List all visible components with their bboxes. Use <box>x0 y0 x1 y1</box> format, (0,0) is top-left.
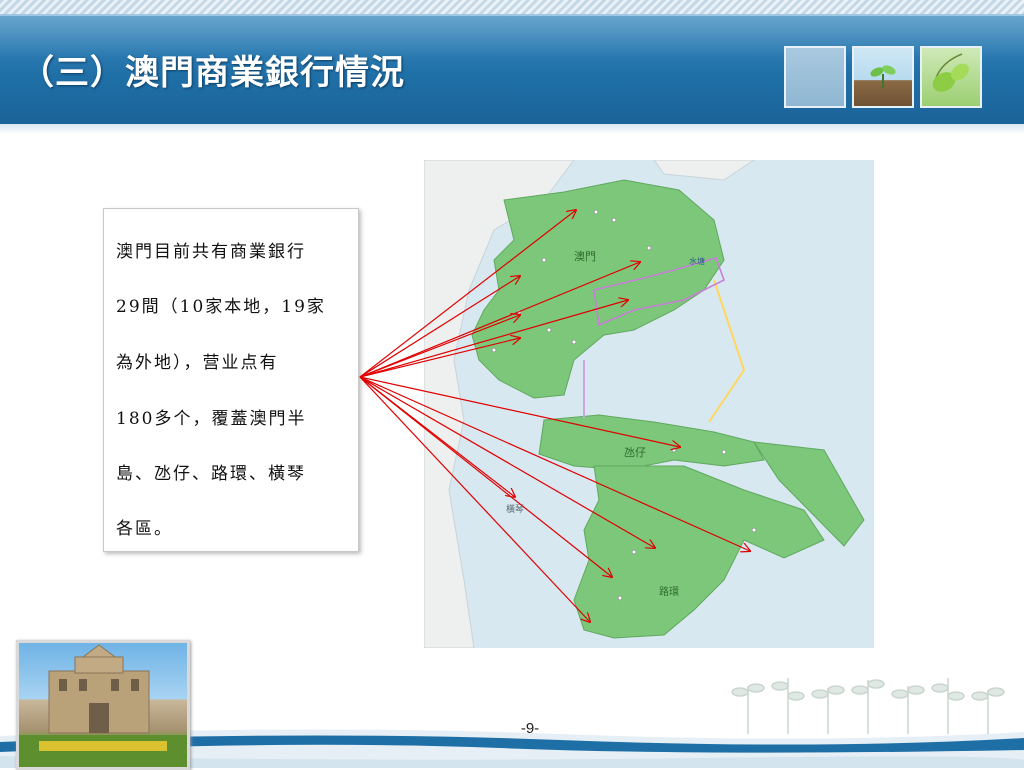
page-number: -9- <box>520 720 540 737</box>
plant-sprouts-decoration <box>731 678 1005 734</box>
arrow-11 <box>359 376 612 577</box>
arrow-1 <box>359 210 576 378</box>
church-facade-icon <box>19 644 187 767</box>
arrow-10 <box>359 376 750 551</box>
arrow-4 <box>359 300 628 378</box>
arrow-3 <box>359 276 520 378</box>
arrow-2 <box>359 262 640 378</box>
ruins-of-st-paul-photo <box>16 640 190 770</box>
arrow-9 <box>359 376 655 548</box>
arrow-5 <box>359 315 520 378</box>
arrow-12 <box>359 376 590 622</box>
arrow-7 <box>359 376 680 447</box>
